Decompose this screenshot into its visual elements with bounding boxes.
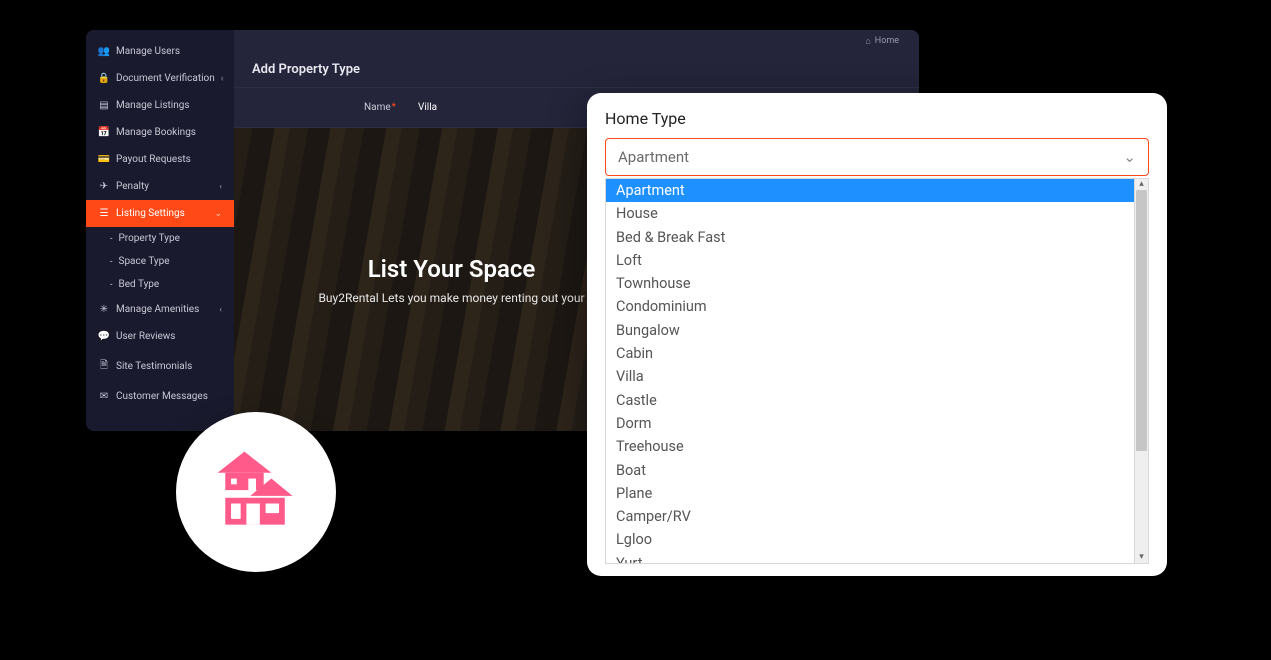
sidebar-item-manage-amenities[interactable]: ✳ Manage Amenities ‹ xyxy=(86,296,234,323)
chevron-left-icon: ‹ xyxy=(219,305,222,315)
scroll-down-icon[interactable]: ▾ xyxy=(1139,552,1144,563)
plane-icon: ✈ xyxy=(98,181,110,192)
sidebar-item-label: Document Verification xyxy=(116,73,215,84)
option-boat[interactable]: Boat xyxy=(606,459,1134,482)
sidebar-sub-space-type[interactable]: - Space Type xyxy=(86,250,234,273)
sliders-icon: ☰ xyxy=(98,208,110,219)
sidebar-item-label: Bed Type xyxy=(119,279,160,290)
calendar-icon: 📅 xyxy=(98,127,110,138)
badge-circle xyxy=(176,412,336,572)
scrollbar-thumb[interactable] xyxy=(1136,190,1147,451)
option-loft[interactable]: Loft xyxy=(606,249,1134,272)
sidebar-item-label: Space Type xyxy=(119,256,170,267)
msg-icon: ✉ xyxy=(98,391,110,402)
scroll-up-icon[interactable]: ▴ xyxy=(1139,179,1144,190)
sidebar-item-label: Penalty xyxy=(116,181,149,192)
option-camper-rv[interactable]: Camper/RV xyxy=(606,505,1134,528)
doc-icon: 🗎 xyxy=(98,358,110,375)
amenities-icon: ✳ xyxy=(98,304,110,315)
chat-icon: 💬 xyxy=(98,331,110,342)
sidebar-item-label: Manage Amenities xyxy=(116,304,199,315)
card-icon: 💳 xyxy=(98,154,110,165)
sidebar-item-site-testimonials[interactable]: 🗎 Site Testimonials xyxy=(86,350,234,383)
sidebar-item-manage-bookings[interactable]: 📅 Manage Bookings xyxy=(86,119,234,146)
option-villa[interactable]: Villa xyxy=(606,365,1134,388)
users-icon: 👥 xyxy=(98,46,110,57)
sidebar-item-penalty[interactable]: ✈ Penalty ‹ xyxy=(86,173,234,200)
option-townhouse[interactable]: Townhouse xyxy=(606,272,1134,295)
option-yurt[interactable]: Yurt xyxy=(606,552,1134,564)
option-cabin[interactable]: Cabin xyxy=(606,342,1134,365)
sidebar-sub-property-type[interactable]: - Property Type xyxy=(86,227,234,250)
dash-icon: - xyxy=(110,234,113,244)
breadcrumb[interactable]: Home xyxy=(875,36,899,46)
name-label: Name xyxy=(364,102,391,113)
sidebar-item-manage-users[interactable]: 👥 Manage Users xyxy=(86,38,234,65)
sidebar-item-label: Manage Listings xyxy=(116,100,190,111)
sidebar-item-customer-messages[interactable]: ✉ Customer Messages xyxy=(86,383,234,410)
lock-icon: 🔒 xyxy=(98,73,110,84)
option-bed-and-break-fast[interactable]: Bed & Break Fast xyxy=(606,226,1134,249)
sidebar-item-label: Property Type xyxy=(119,233,180,244)
sidebar-item-document-verification[interactable]: 🔒 Document Verification ‹ xyxy=(86,65,234,92)
house-icon xyxy=(208,444,304,540)
required-indicator: * xyxy=(392,102,396,113)
panel-title: Add Property Type xyxy=(234,52,919,88)
dropdown-listbox: Apartment House Bed & Break Fast Loft To… xyxy=(605,178,1149,564)
option-treehouse[interactable]: Treehouse xyxy=(606,435,1134,458)
chevron-left-icon: ‹ xyxy=(221,74,224,84)
select-value: Apartment xyxy=(618,148,689,166)
option-house[interactable]: House xyxy=(606,202,1134,225)
sidebar-sub-bed-type[interactable]: - Bed Type xyxy=(86,273,234,296)
sidebar-item-label: Listing Settings xyxy=(116,208,185,219)
option-apartment[interactable]: Apartment xyxy=(606,179,1134,202)
option-bungalow[interactable]: Bungalow xyxy=(606,319,1134,342)
home-icon[interactable]: ⌂ xyxy=(865,36,870,47)
sidebar-item-label: Manage Bookings xyxy=(116,127,196,138)
sidebar-item-label: Payout Requests xyxy=(116,154,191,165)
sidebar-item-manage-listings[interactable]: ▤ Manage Listings xyxy=(86,92,234,119)
name-input[interactable]: Villa xyxy=(418,102,437,113)
dropdown-options: Apartment House Bed & Break Fast Loft To… xyxy=(605,178,1135,564)
sidebar-item-label: Customer Messages xyxy=(116,391,208,402)
home-type-select[interactable]: Apartment ⌄ xyxy=(605,138,1149,176)
chevron-down-icon: ⌄ xyxy=(1123,148,1136,166)
home-type-panel: Home Type Apartment ⌄ Apartment House Be… xyxy=(587,93,1167,576)
chevron-left-icon: ‹ xyxy=(219,182,222,192)
hero-title: List Your Space xyxy=(368,255,536,283)
sidebar-item-listing-settings[interactable]: ☰ Listing Settings ⌄ xyxy=(86,200,234,227)
scrollbar[interactable]: ▴ ▾ xyxy=(1135,178,1149,564)
sidebar-item-label: User Reviews xyxy=(116,331,175,342)
option-plane[interactable]: Plane xyxy=(606,482,1134,505)
option-condominium[interactable]: Condominium xyxy=(606,295,1134,318)
hero-subtitle: Buy2Rental Lets you make money renting o… xyxy=(318,291,584,305)
option-lgloo[interactable]: Lgloo xyxy=(606,528,1134,551)
list-icon: ▤ xyxy=(98,100,110,111)
dash-icon: - xyxy=(110,280,113,290)
sidebar-item-label: Manage Users xyxy=(116,46,180,57)
scrollbar-track[interactable] xyxy=(1135,190,1148,552)
chevron-down-icon: ⌄ xyxy=(214,209,222,219)
option-castle[interactable]: Castle xyxy=(606,389,1134,412)
dash-icon: - xyxy=(110,257,113,267)
sidebar-item-label: Site Testimonials xyxy=(116,361,192,372)
option-dorm[interactable]: Dorm xyxy=(606,412,1134,435)
dropdown-title: Home Type xyxy=(605,109,1149,128)
sidebar-item-payout-requests[interactable]: 💳 Payout Requests xyxy=(86,146,234,173)
sidebar: 👥 Manage Users 🔒 Document Verification ‹… xyxy=(86,30,234,431)
sidebar-item-user-reviews[interactable]: 💬 User Reviews xyxy=(86,323,234,350)
topbar: ⌂ Home xyxy=(234,30,919,52)
